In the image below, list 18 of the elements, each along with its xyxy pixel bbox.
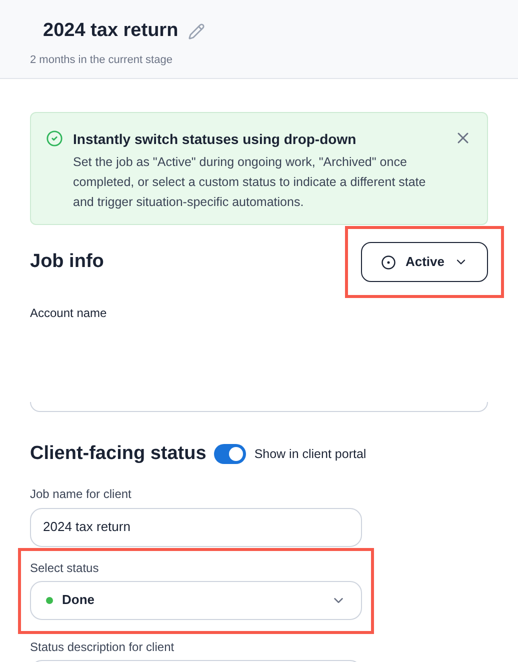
page-title: 2024 tax return (43, 19, 178, 43)
field-label: Job name for client (30, 486, 132, 502)
section-heading: Client-facing status (30, 442, 206, 466)
field-label: Account name (30, 305, 108, 322)
toggle-switch[interactable] (214, 444, 246, 464)
status-dropdown[interactable]: Active (361, 242, 488, 282)
job-name-field[interactable]: 2024 tax return (30, 508, 362, 546)
stage-duration: 2 months in the current stage (30, 52, 174, 68)
check-circle-icon (46, 130, 63, 147)
toggle-label: Show in client portal (254, 446, 366, 463)
field-label: Select status (30, 560, 100, 576)
section-heading: Job info (30, 250, 104, 274)
banner-text: Set the job as "Active" during ongoing work, "Archived" once completed, or select a custom status to indicate a different state and trigger situation-specific automations. (73, 154, 427, 211)
status-select[interactable]: Done (30, 580, 362, 620)
edit-icon[interactable] (188, 22, 206, 40)
field-label: Status description for client (30, 638, 176, 656)
radio-icon (381, 254, 396, 270)
banner-title: Instantly switch statuses using drop-down (73, 130, 358, 149)
